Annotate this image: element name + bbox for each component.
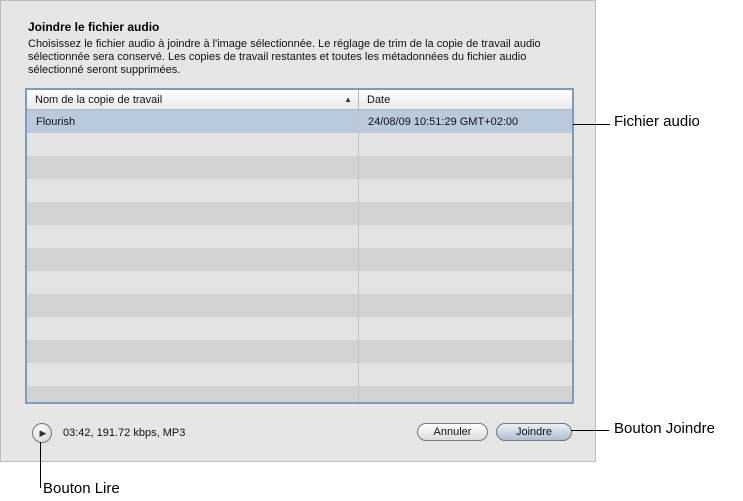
cell-name: Flourish — [27, 110, 359, 133]
join-button[interactable]: Joindre — [496, 423, 572, 441]
empty-row — [27, 225, 572, 248]
clips-table: Nom de la copie de travail ▲ Date Flouri… — [25, 88, 574, 404]
dialog-description: Choisissez le fichier audio à joindre à … — [28, 38, 541, 76]
empty-row — [27, 294, 572, 317]
callout-play-button: Bouton Lire — [43, 480, 120, 497]
callout-line-audio-file — [573, 124, 610, 125]
empty-row — [27, 202, 572, 225]
table-rows: Flourish 24/08/09 10:51:29 GMT+02:00 — [27, 110, 572, 402]
empty-row — [27, 363, 572, 386]
empty-row — [27, 248, 572, 271]
empty-row — [27, 271, 572, 294]
table-header: Nom de la copie de travail ▲ Date — [27, 90, 572, 110]
empty-row — [27, 133, 572, 156]
cancel-button[interactable]: Annuler — [417, 423, 488, 441]
dialog-title: Joindre le fichier audio — [28, 20, 160, 34]
empty-row — [27, 386, 572, 402]
cell-date: 24/08/09 10:51:29 GMT+02:00 — [368, 115, 519, 128]
callout-join-button: Bouton Joindre — [614, 420, 715, 437]
callout-audio-file: Fichier audio — [614, 113, 700, 130]
column-header-name-label: Nom de la copie de travail — [35, 93, 163, 106]
table-row[interactable]: Flourish 24/08/09 10:51:29 GMT+02:00 — [27, 110, 572, 133]
empty-row — [27, 340, 572, 363]
callout-line-join-button — [571, 430, 609, 431]
join-audio-dialog: Joindre le fichier audio Choisissez le f… — [0, 0, 596, 462]
column-header-name[interactable]: Nom de la copie de travail ▲ — [27, 90, 359, 109]
column-header-date[interactable]: Date — [359, 90, 572, 109]
sort-ascending-icon: ▲ — [344, 95, 352, 104]
column-header-date-label: Date — [367, 93, 391, 106]
play-button[interactable]: ▶ — [32, 423, 52, 443]
empty-row — [27, 156, 572, 179]
audio-info: 03:42, 191.72 kbps, MP3 — [63, 427, 186, 439]
empty-row — [27, 317, 572, 340]
callout-line-play-button — [40, 442, 41, 488]
empty-row — [27, 179, 572, 202]
play-icon: ▶ — [39, 427, 47, 438]
